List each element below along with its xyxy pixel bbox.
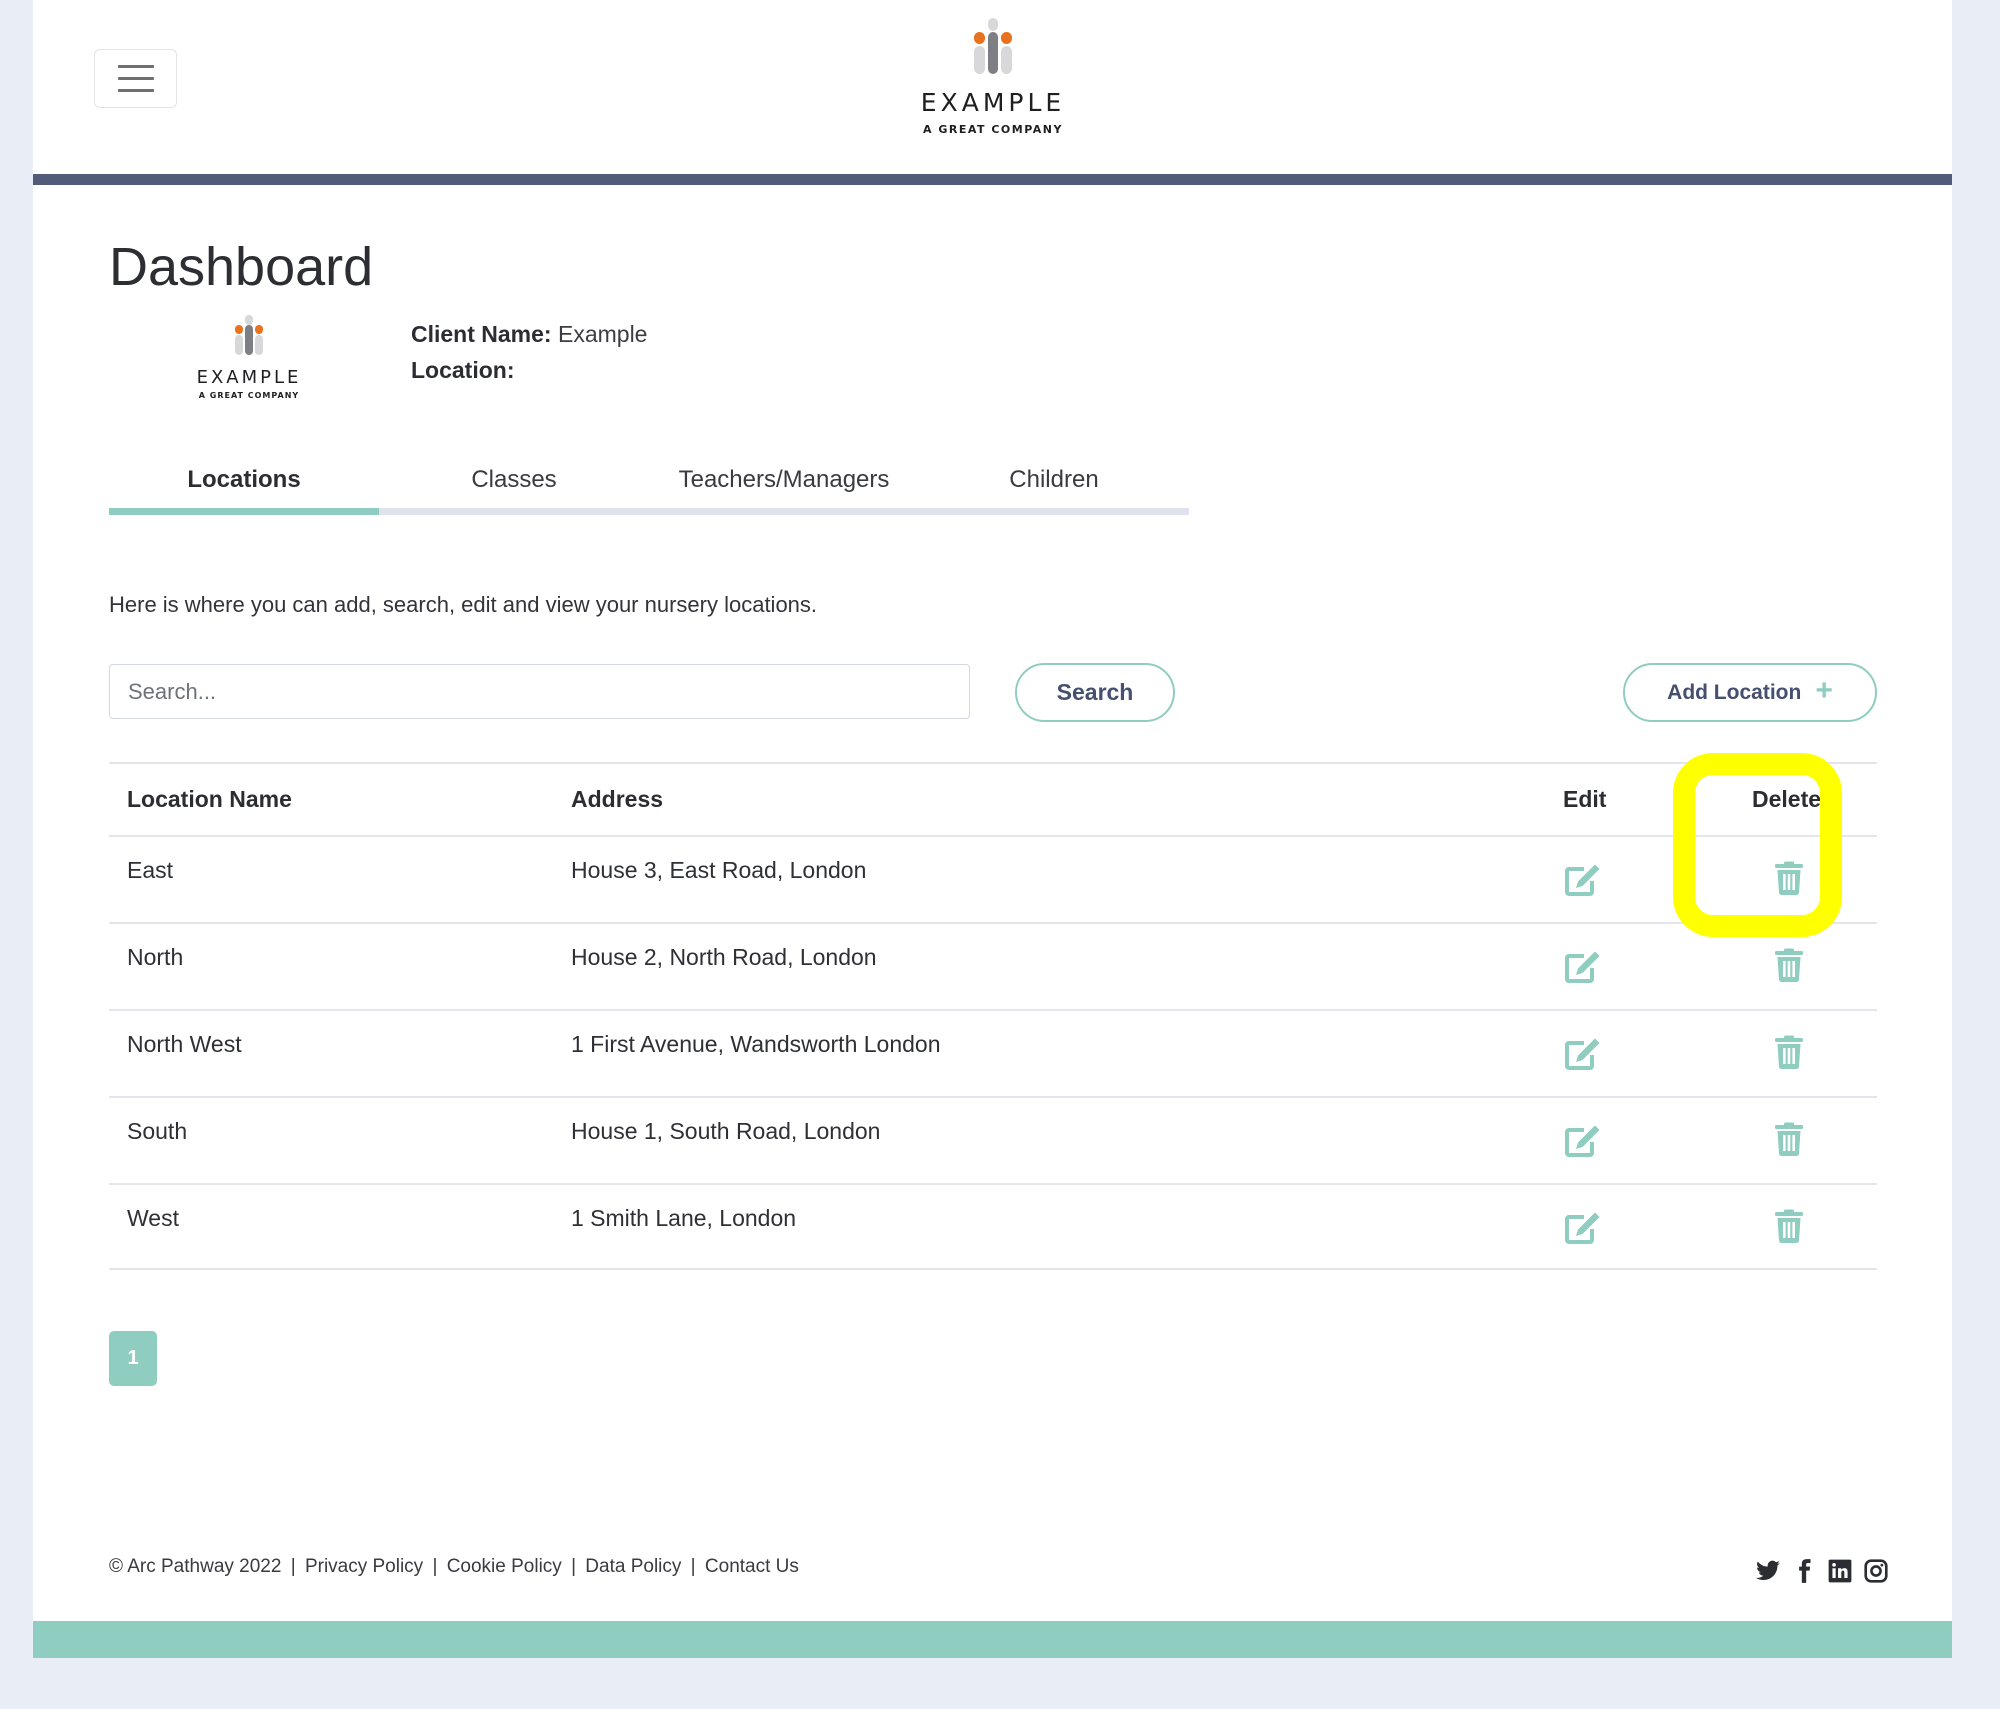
address-cell: House 2, North Road, London	[571, 944, 877, 970]
column-header-edit: Edit	[1563, 786, 1607, 812]
contact-us-link[interactable]: Contact Us	[705, 1556, 799, 1577]
social-links	[1755, 1558, 1889, 1584]
instagram-icon[interactable]	[1863, 1558, 1889, 1584]
location-name-cell: West	[127, 1205, 179, 1231]
client-name-row: Client Name: Example	[411, 316, 647, 352]
address-cell: House 1, South Road, London	[571, 1118, 881, 1144]
hamburger-line	[117, 89, 154, 92]
trash-icon[interactable]	[1774, 1035, 1804, 1075]
column-header-location-name: Location Name	[127, 786, 292, 812]
trash-icon[interactable]	[1774, 1122, 1804, 1162]
table-row: North West 1 First Avenue, Wandsworth Lon…	[109, 1009, 1877, 1096]
column-header-address: Address	[571, 786, 664, 812]
privacy-policy-link[interactable]: Privacy Policy	[305, 1556, 423, 1577]
edit-icon[interactable]	[1564, 1123, 1602, 1163]
trash-icon[interactable]	[1774, 948, 1804, 988]
pagination: 1	[109, 1331, 157, 1386]
trash-icon[interactable]	[1774, 1209, 1804, 1249]
table-header-row: Location Name Address Edit Delete	[109, 762, 1877, 835]
table-row: East House 3, East Road, London	[109, 835, 1877, 922]
page-button-current[interactable]: 1	[109, 1331, 157, 1386]
table-row: North House 2, North Road, London	[109, 922, 1877, 1009]
column-header-delete: Delete	[1752, 786, 1822, 812]
table-row: South House 1, South Road, London	[109, 1096, 1877, 1183]
page-container: EXAMPLE A GREAT COMPANY Dashboard EXAMPL…	[33, 0, 1952, 1658]
site-header: EXAMPLE A GREAT COMPANY	[33, 0, 1952, 174]
location-label: Location:	[411, 357, 515, 383]
table-row: West 1 Smith Lane, London	[109, 1183, 1877, 1270]
client-name-label: Client Name:	[411, 321, 552, 347]
data-policy-link[interactable]: Data Policy	[585, 1556, 681, 1577]
search-input[interactable]	[109, 664, 970, 719]
search-button[interactable]: Search	[1015, 663, 1175, 722]
client-logo-tagline: A GREAT COMPANY	[198, 391, 300, 400]
active-tab-indicator	[109, 508, 379, 515]
edit-icon[interactable]	[1564, 1210, 1602, 1250]
edit-icon[interactable]	[1564, 862, 1602, 902]
linkedin-icon[interactable]	[1827, 1558, 1853, 1584]
facebook-icon[interactable]	[1791, 1558, 1817, 1584]
add-location-label: Add Location	[1667, 680, 1802, 704]
plus-icon: +	[1815, 674, 1833, 707]
trash-icon[interactable]	[1774, 861, 1804, 901]
footer-links: © Arc Pathway 2022 | Privacy Policy | Co…	[109, 1556, 799, 1577]
edit-icon[interactable]	[1564, 949, 1602, 989]
table-body: East House 3, East Road, London North House…	[109, 835, 1877, 1270]
locations-table: Location Name Address Edit Delete East Ho…	[109, 762, 1877, 1270]
location-name-cell: North	[127, 944, 184, 970]
logo-mark-icon	[232, 315, 266, 355]
location-name-cell: North West	[127, 1031, 242, 1057]
address-cell: 1 First Avenue, Wandsworth London	[571, 1031, 941, 1057]
client-info: Client Name: Example Location:	[411, 316, 647, 388]
tab-locations[interactable]: Locations	[109, 452, 379, 508]
hamburger-line	[117, 77, 154, 80]
location-name-cell: East	[127, 857, 174, 883]
dashboard-tabs: Locations Classes Teachers/Managers Chil…	[109, 452, 1189, 515]
address-cell: 1 Smith Lane, London	[571, 1205, 797, 1231]
header-divider-bar	[33, 174, 1952, 185]
hamburger-line	[117, 65, 154, 68]
twitter-icon[interactable]	[1755, 1558, 1781, 1584]
footer-band	[33, 1621, 1952, 1658]
tab-children[interactable]: Children	[919, 452, 1189, 508]
logo-name: EXAMPLE	[920, 88, 1066, 117]
cookie-policy-link[interactable]: Cookie Policy	[447, 1556, 562, 1577]
add-location-button[interactable]: Add Location +	[1623, 663, 1877, 722]
copyright-text: © Arc Pathway 2022	[109, 1556, 282, 1577]
edit-icon[interactable]	[1564, 1036, 1602, 1076]
client-logo: EXAMPLE A GREAT COMPANY	[188, 315, 310, 400]
tab-classes[interactable]: Classes	[379, 452, 649, 508]
address-cell: House 3, East Road, London	[571, 857, 867, 883]
site-logo[interactable]: EXAMPLE A GREAT COMPANY	[918, 18, 1068, 136]
logo-tagline: A GREAT COMPANY	[923, 123, 1063, 136]
tab-teachers-managers[interactable]: Teachers/Managers	[649, 452, 919, 508]
menu-button[interactable]	[94, 49, 177, 108]
client-name-value: Example	[557, 321, 648, 347]
location-name-cell: South	[127, 1118, 188, 1144]
section-description: Here is where you can add, search, edit …	[109, 592, 818, 617]
client-logo-name: EXAMPLE	[196, 367, 302, 388]
page-title: Dashboard	[109, 237, 374, 297]
location-row: Location:	[411, 352, 647, 388]
logo-mark-icon	[970, 18, 1016, 74]
